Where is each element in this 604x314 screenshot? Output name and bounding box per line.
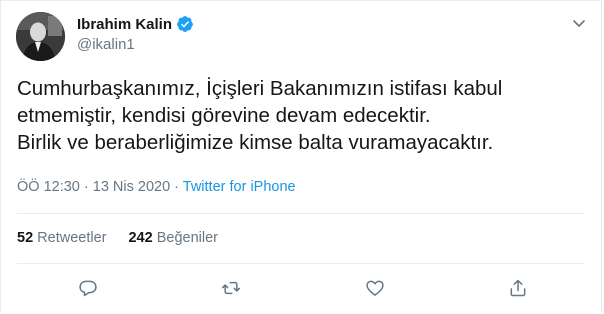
retweets-stat[interactable]: 52 Retweetler bbox=[17, 230, 106, 246]
divider bbox=[17, 263, 585, 264]
verified-badge-icon bbox=[176, 15, 194, 33]
tweet-text: Cumhurbaşkanımız, İçişleri Bakanımızın i… bbox=[17, 75, 587, 156]
tweet-text-line: Birlik ve beraberliğimize kimse balta vu… bbox=[17, 131, 494, 154]
likes-label: Beğeniler bbox=[156, 230, 218, 246]
avatar[interactable] bbox=[16, 12, 65, 61]
tweet-text-line: etmemiştir, kendisi görevine devam edece… bbox=[17, 104, 431, 127]
avatar-image bbox=[16, 12, 65, 61]
tweet-date[interactable]: 13 Nis 2020 bbox=[93, 179, 170, 195]
user-handle[interactable]: @ikalin1 bbox=[77, 36, 135, 53]
chevron-down-icon[interactable] bbox=[571, 15, 587, 31]
retweet-button[interactable] bbox=[220, 277, 242, 299]
reply-icon bbox=[79, 280, 97, 297]
retweet-icon bbox=[221, 281, 241, 295]
meta-separator: · bbox=[79, 179, 93, 195]
display-name[interactable]: Ibrahim Kalin bbox=[77, 16, 172, 33]
heart-icon bbox=[366, 280, 384, 296]
tweet-time[interactable]: ÖÖ 12:30 bbox=[17, 179, 80, 195]
share-button[interactable] bbox=[507, 277, 529, 299]
tweet-text-line: Cumhurbaşkanımız, İçişleri Bakanımızın i… bbox=[17, 77, 503, 100]
tweet-metadata: ÖÖ 12:30 · 13 Nis 2020 · Twitter for iPh… bbox=[17, 179, 296, 195]
likes-count: 242 bbox=[128, 230, 153, 246]
retweets-count: 52 bbox=[17, 230, 34, 246]
tweet-stats: 52 Retweetler 242 Beğeniler bbox=[17, 230, 218, 246]
tweet-actions bbox=[1, 277, 601, 299]
divider bbox=[17, 213, 585, 214]
like-button[interactable] bbox=[364, 277, 386, 299]
tweet-card: Ibrahim Kalin @ikalin1 Cumhurbaşkanımız,… bbox=[0, 0, 602, 312]
user-name-row[interactable]: Ibrahim Kalin bbox=[77, 15, 194, 33]
likes-stat[interactable]: 242 Beğeniler bbox=[128, 230, 218, 246]
tweet-source-link[interactable]: Twitter for iPhone bbox=[183, 179, 296, 195]
reply-button[interactable] bbox=[77, 277, 99, 299]
retweets-label: Retweetler bbox=[37, 230, 107, 246]
share-icon bbox=[510, 279, 526, 297]
meta-separator: · bbox=[170, 179, 183, 195]
